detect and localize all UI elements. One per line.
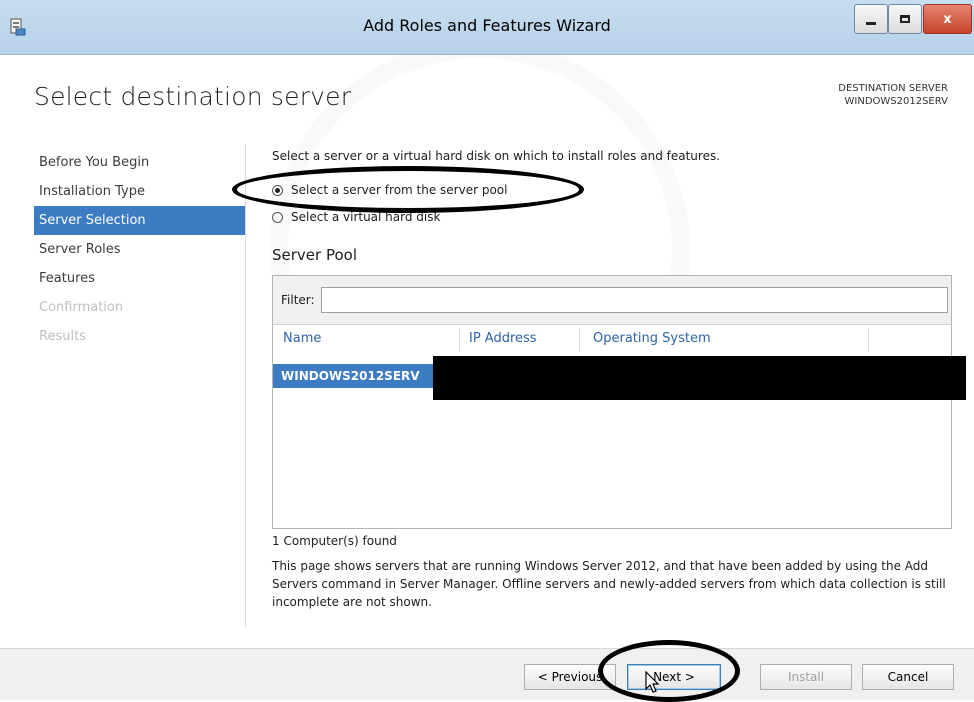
nav-item-confirmation: Confirmation bbox=[39, 300, 124, 315]
mouse-pointer-icon bbox=[645, 671, 660, 693]
maximize-button[interactable] bbox=[888, 4, 922, 34]
nav-divider bbox=[245, 144, 246, 627]
option-virtual-hard-disk-label: Select a virtual hard disk bbox=[291, 210, 441, 224]
filter-bar: Filter: bbox=[273, 276, 951, 325]
intro-text: Select a server or a virtual hard disk o… bbox=[272, 149, 721, 163]
destination-server: DESTINATION SERVER WINDOWS2012SERV bbox=[838, 82, 948, 108]
page-title: Select destination server bbox=[34, 82, 352, 111]
radio-server-pool[interactable] bbox=[272, 184, 283, 196]
nav-item-before-you-begin[interactable]: Before You Begin bbox=[34, 148, 245, 177]
nav-item-results: Results bbox=[39, 329, 86, 344]
window-titlebar[interactable]: Add Roles and Features Wizard x bbox=[0, 0, 974, 55]
option-virtual-hard-disk[interactable]: Select a virtual hard disk bbox=[272, 210, 440, 224]
radio-virtual-hard-disk[interactable] bbox=[272, 211, 283, 223]
server-pool-table: Filter: Name IP Address Operating System… bbox=[272, 275, 952, 529]
previous-button[interactable]: < Previous bbox=[524, 664, 616, 690]
wizard-nav: Before You Begin Installation Type Serve… bbox=[34, 148, 245, 351]
column-header-operating-system[interactable]: Operating System bbox=[593, 324, 711, 354]
minimize-icon bbox=[866, 21, 876, 25]
destination-value: WINDOWS2012SERV bbox=[844, 96, 948, 107]
server-pool-title: Server Pool bbox=[272, 246, 357, 264]
close-icon: x bbox=[943, 11, 952, 27]
option-server-pool-label: Select a server from the server pool bbox=[291, 183, 508, 197]
close-button[interactable]: x bbox=[923, 4, 972, 34]
cancel-button[interactable]: Cancel bbox=[862, 664, 954, 690]
column-divider bbox=[579, 328, 580, 352]
install-button: Install bbox=[760, 664, 852, 690]
column-header-name[interactable]: Name bbox=[283, 324, 321, 354]
nav-item-server-selection[interactable]: Server Selection bbox=[34, 206, 245, 235]
destination-label: DESTINATION SERVER bbox=[838, 83, 948, 94]
next-button[interactable]: Next > bbox=[627, 664, 721, 690]
window-title: Add Roles and Features Wizard bbox=[363, 16, 611, 35]
nav-item-server-roles[interactable]: Server Roles bbox=[34, 235, 245, 264]
table-row[interactable]: WINDOWS2012SERV bbox=[273, 364, 433, 388]
description-text: This page shows servers that are running… bbox=[272, 559, 946, 609]
filter-input[interactable] bbox=[321, 287, 948, 313]
filter-label: Filter: bbox=[281, 293, 315, 307]
nav-item-features[interactable]: Features bbox=[34, 264, 245, 293]
computers-found: 1 Computer(s) found bbox=[272, 534, 397, 548]
minimize-button[interactable] bbox=[854, 4, 888, 34]
nav-item-installation-type[interactable]: Installation Type bbox=[34, 177, 245, 206]
maximize-icon bbox=[900, 15, 910, 23]
option-server-pool[interactable]: Select a server from the server pool bbox=[272, 183, 508, 197]
column-divider bbox=[868, 328, 869, 352]
column-header-ip-address[interactable]: IP Address bbox=[469, 324, 537, 354]
column-divider bbox=[459, 328, 460, 352]
redaction-block bbox=[433, 356, 966, 400]
